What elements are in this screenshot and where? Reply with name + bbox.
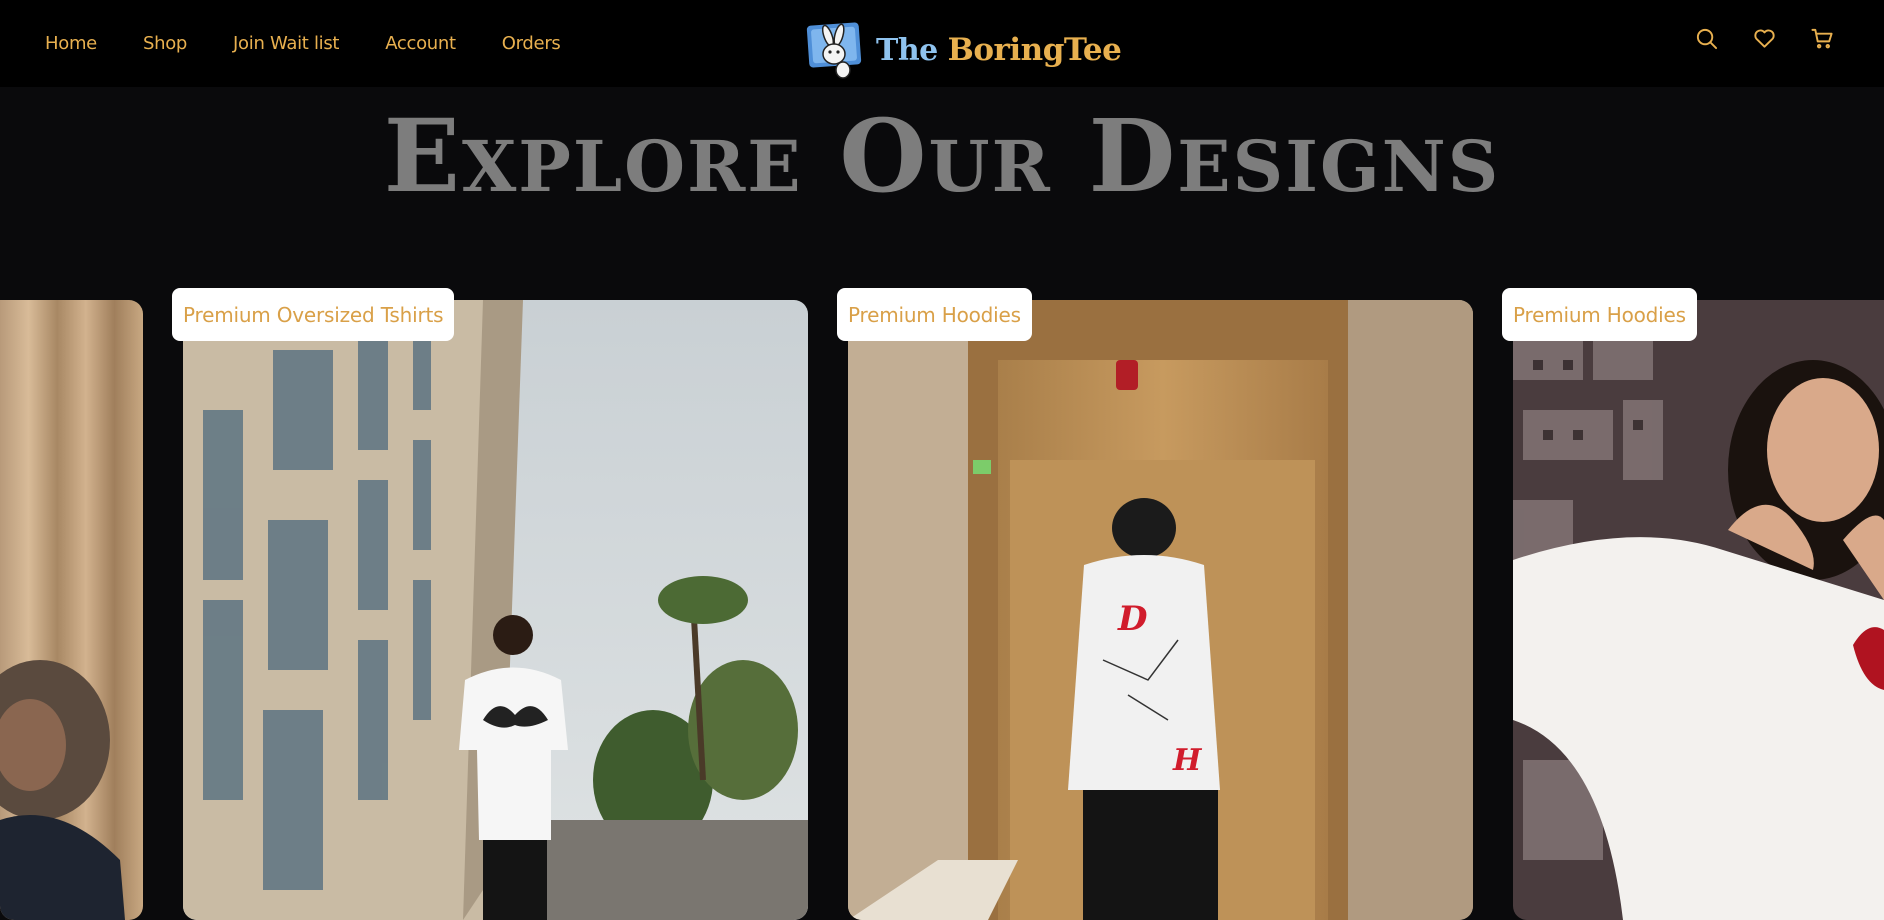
product-card-tshirts[interactable]	[183, 300, 808, 920]
bunny-logo-icon	[806, 20, 864, 80]
page-title: Explore Our Designs	[383, 97, 1501, 215]
main-nav: Home Shop Join Wait list Account Orders	[45, 0, 607, 87]
header-actions	[1695, 27, 1834, 50]
product-image	[183, 300, 808, 920]
product-card-partial[interactable]	[0, 300, 143, 920]
nav-orders-link[interactable]: Orders	[502, 33, 561, 54]
site-header: Home Shop Join Wait list Account Orders …	[0, 0, 1884, 87]
brand-title: BoringTee	[947, 31, 1122, 68]
svg-text:H: H	[1172, 743, 1203, 778]
product-card-hoodies-2[interactable]	[1513, 300, 1884, 920]
nav-shop-link[interactable]: Shop	[143, 33, 187, 54]
product-image: D H	[848, 300, 1473, 920]
brand-logo-link[interactable]: The BoringTee	[806, 19, 1122, 81]
product-card-hoodies[interactable]: D H	[848, 300, 1473, 920]
product-image	[1513, 300, 1884, 920]
card-label-hoodies-1[interactable]: Premium Hoodies	[837, 288, 1032, 341]
cart-icon[interactable]	[1811, 27, 1834, 50]
search-icon[interactable]	[1695, 27, 1718, 50]
card-label-tshirts[interactable]: Premium Oversized Tshirts	[172, 288, 455, 341]
nav-home-link[interactable]: Home	[45, 33, 97, 54]
nav-join-waitlist-link[interactable]: Join Wait list	[233, 33, 339, 54]
nav-account-link[interactable]: Account	[385, 33, 456, 54]
card-label-hoodies-2[interactable]: Premium Hoodies	[1502, 288, 1697, 341]
brand-name: The BoringTee	[876, 31, 1122, 68]
product-image	[0, 300, 143, 920]
heart-icon[interactable]	[1753, 27, 1776, 50]
brand-prefix: The	[876, 32, 948, 68]
svg-text:D: D	[1117, 599, 1148, 639]
